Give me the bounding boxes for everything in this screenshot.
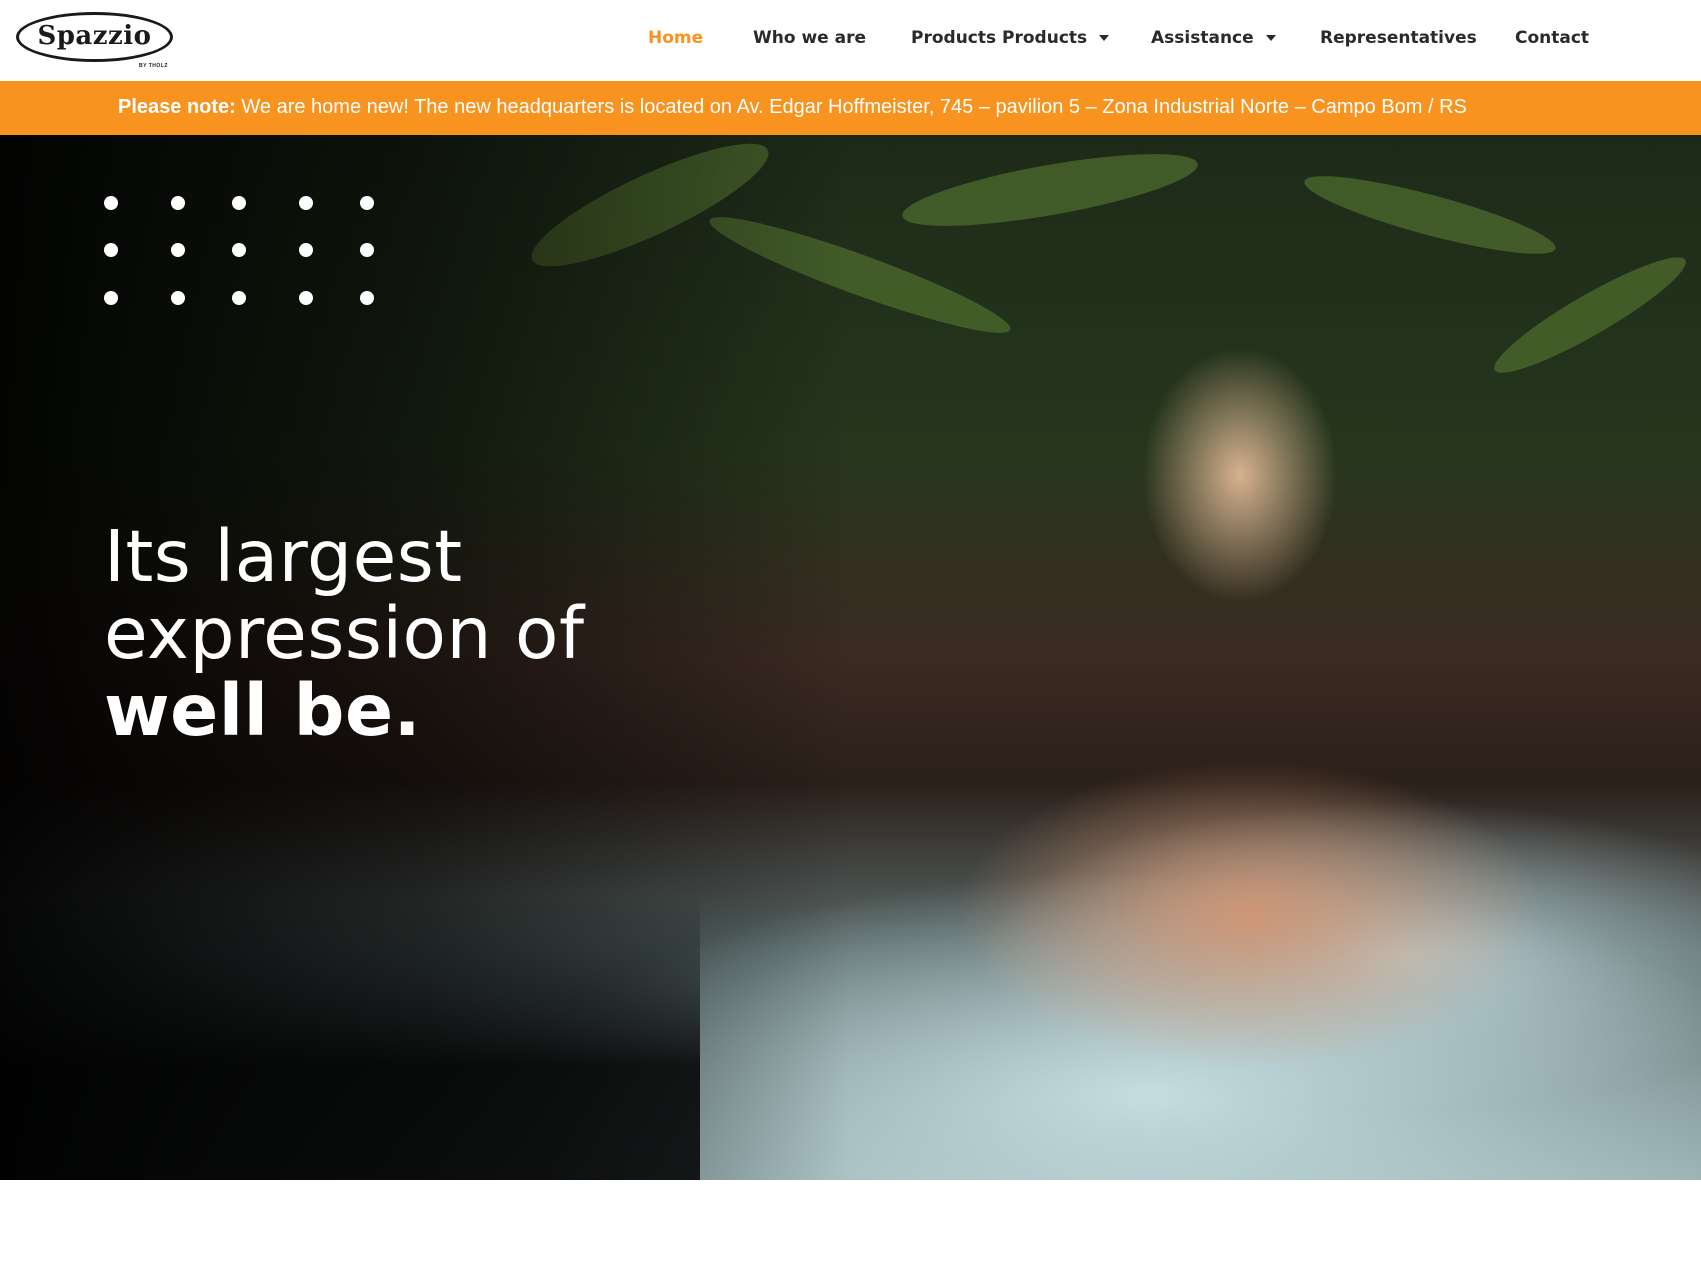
dot-icon	[360, 196, 374, 210]
announcement-text: Please note: We are home new! The new he…	[118, 96, 1467, 119]
headline-line-2: expression of	[104, 592, 585, 675]
dot-icon	[104, 196, 118, 210]
dot-icon	[360, 243, 374, 257]
nav-assistance-label: Assistance	[1151, 28, 1254, 48]
nav-products[interactable]: Products Products	[911, 28, 1110, 48]
dot-icon	[232, 243, 246, 257]
dot-icon	[171, 291, 185, 305]
announcement-message: We are home new! The new headquarters is…	[241, 96, 1467, 118]
nav-home-label: Home	[648, 28, 704, 48]
headline-line-1: Its largest	[104, 515, 463, 598]
dot-icon	[104, 291, 118, 305]
dot-icon	[299, 243, 313, 257]
dot-icon	[232, 291, 246, 305]
main-nav: Home Who we are Products Products Assist…	[0, 0, 1701, 81]
site-header: Spazzio BY THOLZ Home Who we are Product…	[0, 0, 1701, 81]
nav-representatives-label: Representatives	[1320, 28, 1477, 48]
dots-grid-icon	[104, 196, 384, 306]
headline-line-3: well be.	[104, 669, 422, 752]
chevron-down-icon	[1265, 35, 1276, 41]
chevron-down-icon	[1099, 35, 1110, 41]
dot-icon	[299, 291, 313, 305]
hero-headline: Its largest expression of well be.	[104, 518, 584, 749]
nav-products-label: Products Products	[911, 28, 1088, 48]
page-body-below-hero	[0, 1180, 1701, 1276]
nav-contact-label: Contact	[1515, 28, 1590, 48]
dot-icon	[299, 196, 313, 210]
nav-representatives[interactable]: Representatives	[1320, 28, 1477, 48]
announcement-bar: Please note: We are home new! The new he…	[0, 81, 1701, 135]
nav-assistance[interactable]: Assistance	[1151, 28, 1276, 48]
nav-contact[interactable]: Contact	[1515, 28, 1589, 48]
hero-bottom-overlay	[0, 895, 700, 1180]
announcement-label: Please note:	[118, 96, 236, 118]
nav-who-we-are-label: Who we are	[753, 28, 866, 48]
dot-icon	[232, 196, 246, 210]
dot-icon	[104, 243, 118, 257]
dot-icon	[171, 196, 185, 210]
nav-home[interactable]: Home	[648, 28, 703, 48]
dot-icon	[360, 291, 374, 305]
dot-icon	[171, 243, 185, 257]
nav-who-we-are[interactable]: Who we are	[753, 28, 866, 48]
